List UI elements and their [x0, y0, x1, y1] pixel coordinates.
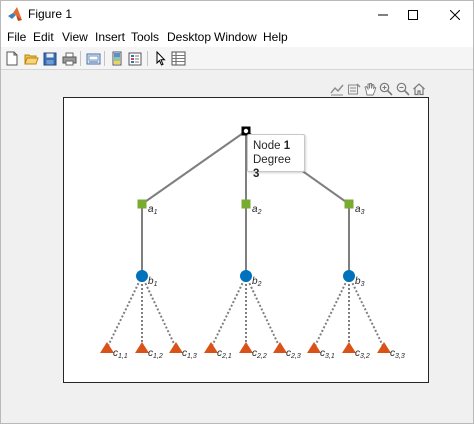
graph-plot: a1 a2 a3 b1 b2 b3 c1,1 c1,2 c1,3 c2,1 c2,2 c2,3 c3,1…: [100, 126, 405, 360]
graph-node-c13[interactable]: [169, 342, 183, 353]
graph-node-c31[interactable]: [307, 342, 321, 353]
datatip-node-value: 1: [283, 140, 291, 152]
node-label-b2: b2: [252, 276, 262, 288]
node-label-c31: c3,1: [320, 348, 335, 360]
graph-node-c22[interactable]: [239, 342, 253, 353]
node-label-c33: c3,3: [390, 348, 405, 360]
node-label-a1: a1: [148, 204, 158, 216]
graph-node-a2[interactable]: [241, 199, 251, 209]
figure-window: Figure 1 File Edit View Insert Tools Des…: [0, 0, 474, 424]
graph-node-a3[interactable]: [344, 199, 354, 209]
graph-node-a1[interactable]: [137, 199, 147, 209]
node-label-c22: c2,2: [252, 348, 267, 360]
datatip-node-row: Node 1: [253, 139, 299, 153]
node-label-c11: c1,1: [113, 348, 128, 360]
graph-node-c21[interactable]: [204, 342, 218, 353]
datatip-degree-row: Degree 3: [253, 153, 299, 181]
graph-edge-root-a1: [141, 130, 247, 205]
graph-node-b1[interactable]: [136, 270, 148, 282]
graph-edge-b2-c21: [210, 275, 247, 349]
graph-node-b3[interactable]: [343, 270, 355, 282]
graph-node-c33[interactable]: [377, 342, 391, 353]
graph-edge-b3-c31: [313, 275, 350, 349]
datatip-degree-label: Degree: [253, 154, 291, 166]
graph-edge-b1-c11: [106, 275, 143, 349]
node-label-b3: b3: [355, 276, 365, 288]
graph-node-c23[interactable]: [273, 342, 287, 353]
selected-node-marker: [243, 128, 249, 134]
graph-node-b2[interactable]: [240, 270, 252, 282]
datatip-degree-value: 3: [253, 168, 260, 180]
node-label-c21: c2,1: [217, 348, 232, 360]
graph-node-c11[interactable]: [100, 342, 114, 353]
node-label-c12: c1,2: [148, 348, 163, 360]
graph-node-c32[interactable]: [342, 342, 356, 353]
datatip[interactable]: Node 1 Degree 3: [247, 134, 305, 180]
node-label-c13: c1,3: [182, 348, 197, 360]
node-label-a2: a2: [252, 204, 262, 216]
datatip-node-label: Node: [253, 140, 281, 152]
node-label-b1: b1: [148, 276, 158, 288]
node-label-a3: a3: [355, 204, 365, 216]
node-label-c32: c3,2: [355, 348, 370, 360]
graph-node-c12[interactable]: [135, 342, 149, 353]
node-label-c23: c2,3: [286, 348, 301, 360]
